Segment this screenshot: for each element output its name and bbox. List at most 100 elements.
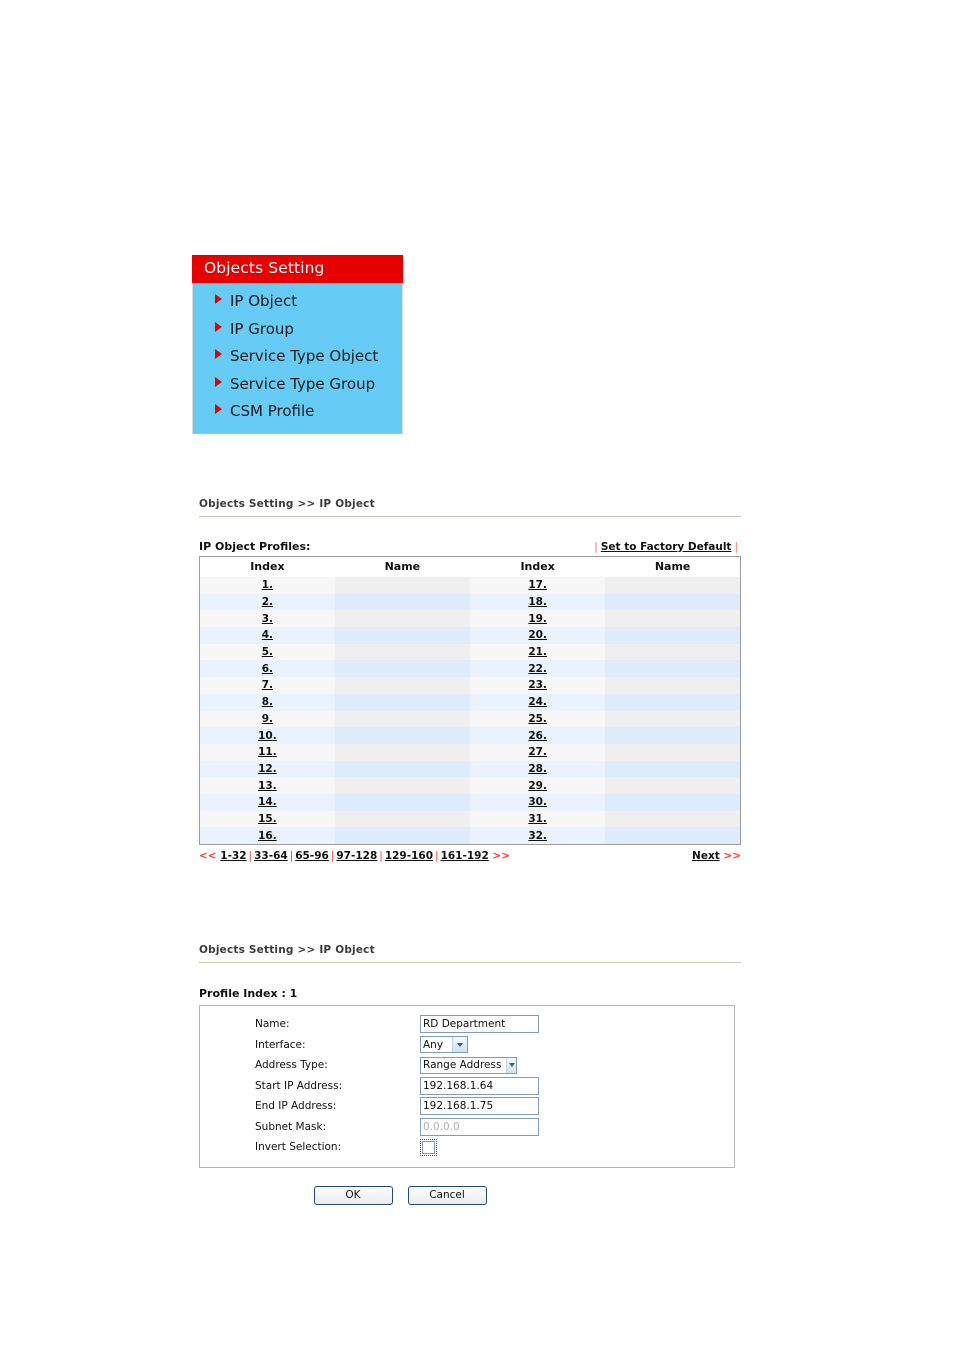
profile-index-link[interactable]: 10. bbox=[258, 730, 277, 742]
index-cell: 6. bbox=[199, 660, 335, 678]
profile-index-link[interactable]: 5. bbox=[262, 646, 273, 658]
profile-index-link[interactable]: 19. bbox=[528, 613, 547, 625]
end-ip-label: End IP Address: bbox=[255, 1100, 337, 1113]
ok-button[interactable]: OK bbox=[313, 1185, 393, 1205]
prev-arrows-icon[interactable]: << bbox=[199, 850, 217, 862]
ip-object-edit-page: Objects Setting >> IP Object Profile Ind… bbox=[199, 944, 741, 1205]
profile-index-link[interactable]: 21. bbox=[528, 646, 547, 658]
profile-index-link[interactable]: 15. bbox=[258, 813, 277, 825]
index-cell: 7. bbox=[199, 677, 335, 694]
table-row: 9. 25. bbox=[199, 710, 741, 728]
pagination-range-link[interactable]: 65-96 bbox=[295, 850, 329, 862]
menu-item-label: Service Type Object bbox=[230, 347, 379, 365]
profile-index-link[interactable]: 6. bbox=[262, 663, 273, 675]
profile-index-link[interactable]: 4. bbox=[262, 629, 273, 641]
pagination-separator: | bbox=[379, 850, 383, 862]
name-cell bbox=[334, 610, 470, 628]
next-chevron-icon[interactable]: >> bbox=[723, 850, 741, 862]
profile-index-link[interactable]: 7. bbox=[262, 679, 273, 691]
profile-index-link[interactable]: 14. bbox=[258, 796, 277, 808]
pagination-range-link[interactable]: 1-32 bbox=[220, 850, 246, 862]
profile-index-link[interactable]: 16. bbox=[258, 830, 277, 842]
name-cell bbox=[334, 660, 470, 678]
profile-index-link[interactable]: 28. bbox=[528, 763, 547, 775]
set-to-factory-default-link[interactable]: Set to Factory Default bbox=[601, 541, 732, 553]
menu-title: Objects Setting bbox=[192, 255, 403, 283]
next-arrows-icon[interactable]: >> bbox=[492, 850, 510, 862]
index-cell: 26. bbox=[470, 727, 606, 744]
index-cell: 13. bbox=[199, 777, 335, 794]
address-type-select[interactable]: Range Address bbox=[420, 1056, 517, 1074]
index-cell: 22. bbox=[470, 660, 606, 678]
profile-index-link[interactable]: 3. bbox=[262, 613, 273, 625]
profile-index-link[interactable]: 25. bbox=[528, 713, 547, 725]
address-type-label: Address Type: bbox=[255, 1059, 328, 1072]
form-row-end-ip: End IP Address: 192.168.1.75 bbox=[200, 1096, 734, 1117]
subnet-mask-field[interactable]: 0.0.0.0 bbox=[420, 1117, 539, 1136]
profile-index-link[interactable]: 23. bbox=[528, 679, 547, 691]
profile-index-link[interactable]: 29. bbox=[528, 780, 547, 792]
index-cell: 11. bbox=[199, 743, 335, 761]
profile-form: Name: RD Department Interface: Any Addre… bbox=[199, 1005, 735, 1168]
triangle-bullet-icon bbox=[215, 294, 222, 304]
name-cell bbox=[334, 643, 470, 661]
pagination-range-link[interactable]: 97-128 bbox=[336, 850, 377, 862]
pagination-range-link[interactable]: 161-192 bbox=[441, 850, 489, 862]
chevron-down-icon[interactable] bbox=[506, 1057, 516, 1073]
interface-label: Interface: bbox=[255, 1038, 306, 1051]
index-cell: 27. bbox=[470, 743, 606, 761]
index-cell: 4. bbox=[199, 627, 335, 644]
profile-index-link[interactable]: 11. bbox=[258, 746, 277, 758]
profile-index-link[interactable]: 20. bbox=[528, 629, 547, 641]
invert-selection-checkbox-wrap[interactable] bbox=[420, 1138, 437, 1156]
cancel-button[interactable]: Cancel bbox=[407, 1185, 487, 1205]
interface-select[interactable]: Any bbox=[420, 1036, 468, 1054]
profile-index-link[interactable]: 8. bbox=[262, 696, 273, 708]
triangle-bullet-icon bbox=[215, 349, 222, 359]
next-page-control[interactable]: Next >> bbox=[692, 850, 741, 862]
menu-item-service-type-object[interactable]: Service Type Object bbox=[193, 343, 402, 371]
name-cell bbox=[605, 710, 741, 728]
profile-index-link[interactable]: 24. bbox=[528, 696, 547, 708]
profile-index-link[interactable]: 18. bbox=[528, 596, 547, 608]
table-row: 15. 31. bbox=[199, 810, 741, 828]
menu-item-csm-profile[interactable]: CSM Profile bbox=[193, 398, 402, 426]
profile-index-link[interactable]: 12. bbox=[258, 763, 277, 775]
index-cell: 20. bbox=[470, 627, 606, 644]
end-ip-field[interactable]: 192.168.1.75 bbox=[420, 1097, 539, 1116]
index-cell: 10. bbox=[199, 727, 335, 744]
menu-item-service-type-group[interactable]: Service Type Group bbox=[193, 371, 402, 399]
profile-index-link[interactable]: 32. bbox=[528, 830, 547, 842]
name-cell bbox=[605, 793, 741, 811]
profile-index-link[interactable]: 30. bbox=[528, 796, 547, 808]
invert-selection-checkbox[interactable] bbox=[422, 1140, 435, 1154]
set-to-factory-default[interactable]: | Set to Factory Default | bbox=[591, 541, 741, 553]
profile-index-link[interactable]: 27. bbox=[528, 746, 547, 758]
chevron-down-icon[interactable] bbox=[452, 1037, 467, 1053]
pagination-range-link[interactable]: 33-64 bbox=[254, 850, 288, 862]
profile-index-link[interactable]: 2. bbox=[262, 596, 273, 608]
name-label: Name: bbox=[255, 1018, 290, 1031]
profile-index-link[interactable]: 22. bbox=[528, 663, 547, 675]
profile-index-link[interactable]: 9. bbox=[262, 713, 273, 725]
menu-item-ip-group[interactable]: IP Group bbox=[193, 316, 402, 344]
index-cell: 9. bbox=[199, 710, 335, 728]
menu-item-label: CSM Profile bbox=[230, 402, 315, 420]
profile-index-link[interactable]: 26. bbox=[528, 730, 547, 742]
profile-index-link[interactable]: 13. bbox=[258, 780, 277, 792]
profile-index-link[interactable]: 31. bbox=[528, 813, 547, 825]
name-cell bbox=[605, 760, 741, 778]
start-ip-field[interactable]: 192.168.1.64 bbox=[420, 1076, 539, 1095]
form-row-subnet-mask: Subnet Mask: 0.0.0.0 bbox=[200, 1117, 734, 1138]
name-cell bbox=[605, 660, 741, 678]
pagination-range-link[interactable]: 129-160 bbox=[385, 850, 433, 862]
profile-index-link[interactable]: 17. bbox=[528, 579, 547, 591]
table-header-row: Index Name Index Name bbox=[199, 556, 741, 577]
menu-item-ip-object[interactable]: IP Object bbox=[193, 288, 402, 316]
name-cell bbox=[605, 693, 741, 711]
name-cell bbox=[334, 743, 470, 761]
profile-index-link[interactable]: 1. bbox=[262, 579, 273, 591]
next-link[interactable]: Next bbox=[692, 850, 720, 862]
name-cell bbox=[605, 577, 741, 594]
name-field[interactable]: RD Department bbox=[420, 1015, 539, 1034]
